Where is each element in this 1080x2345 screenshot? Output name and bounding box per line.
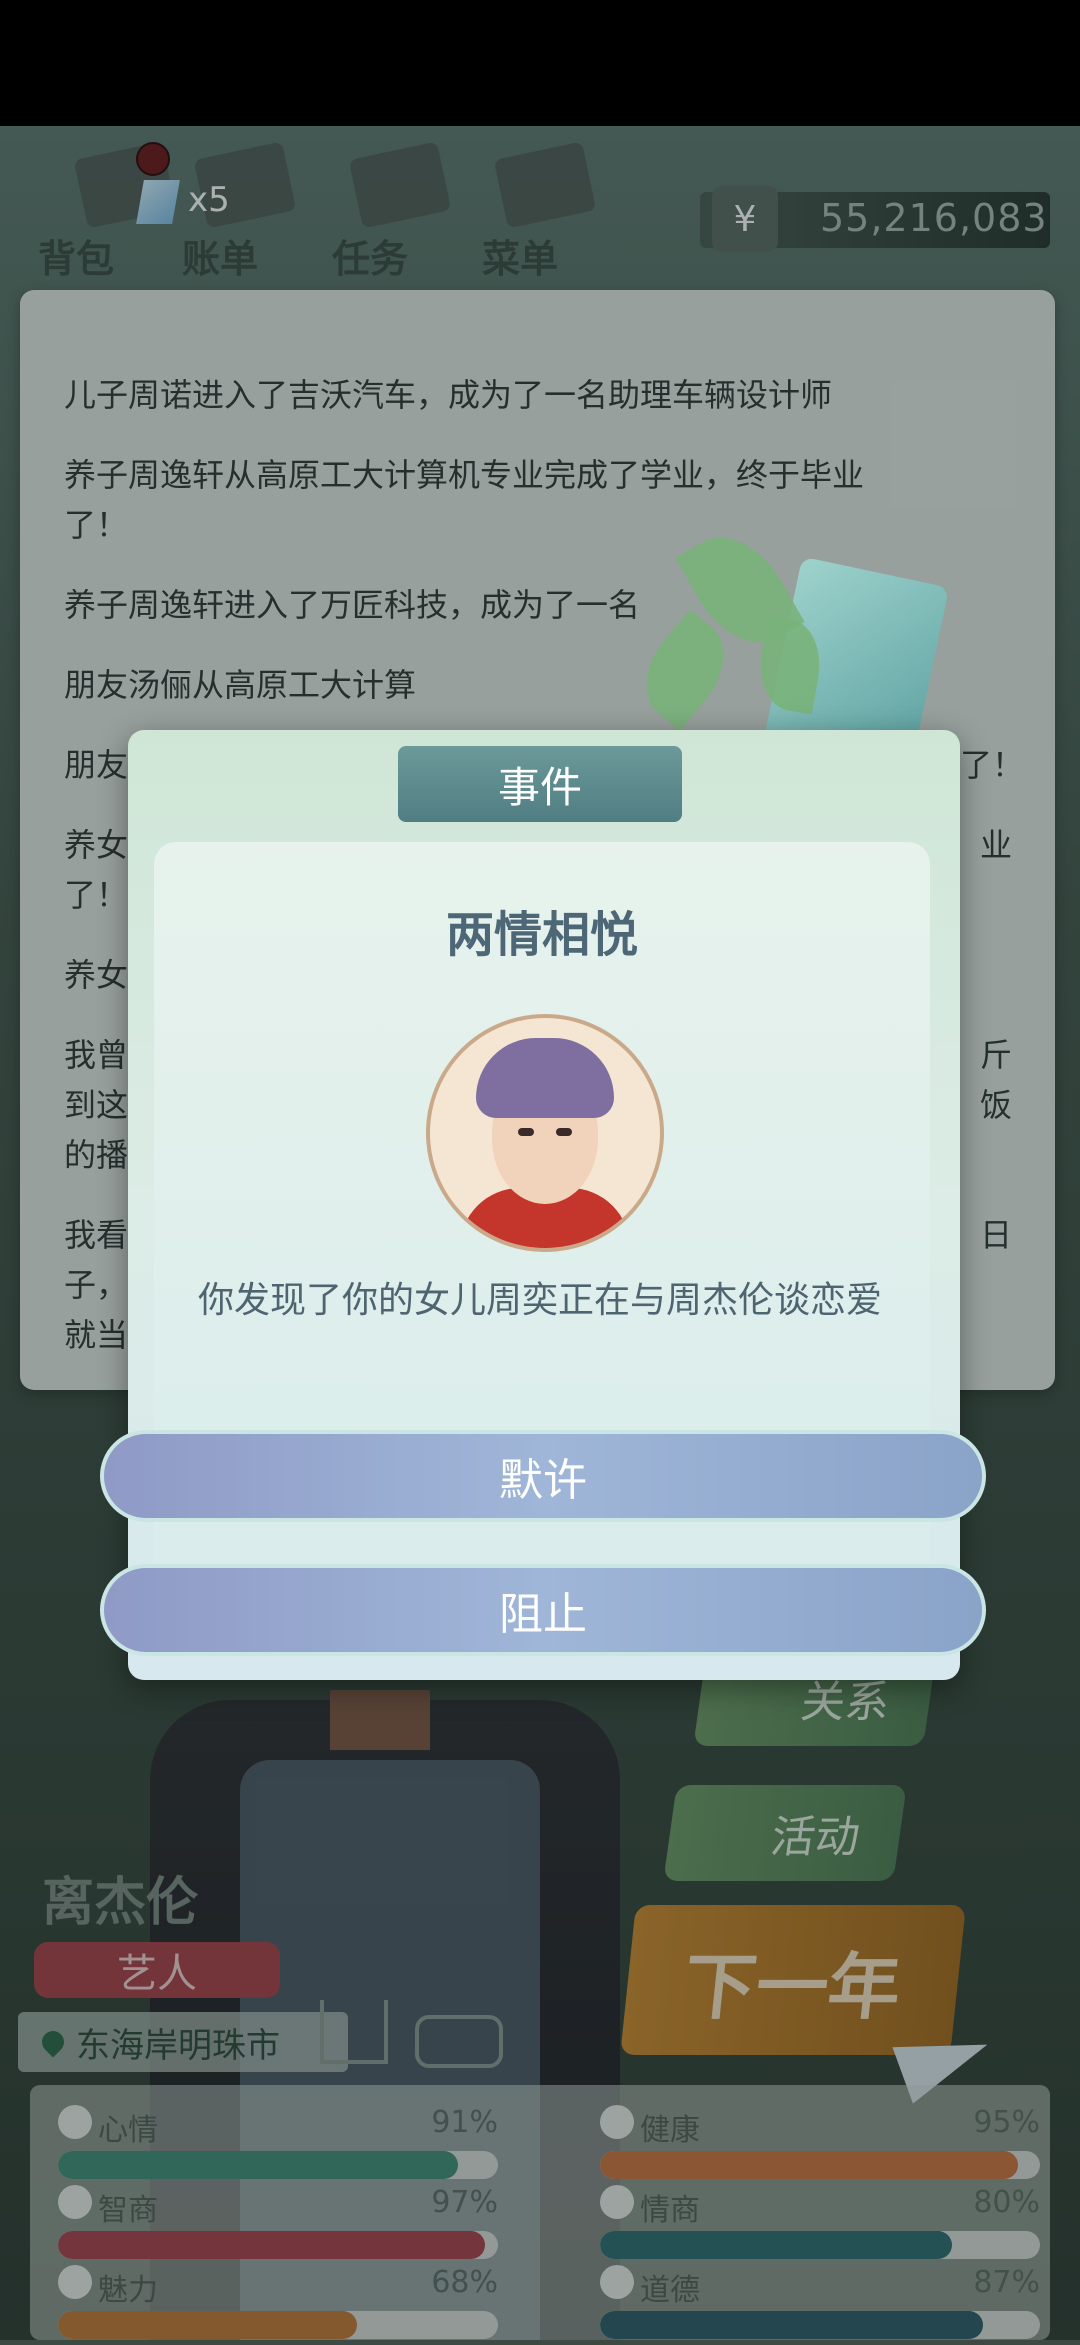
- event-description: 你发现了你的女儿周奕正在与周杰伦谈恋爱: [197, 1280, 882, 1321]
- avatar: [426, 1014, 664, 1252]
- avatar-hair: [476, 1038, 614, 1118]
- event-title: 两情相悦: [445, 907, 638, 963]
- avatar-eye: [556, 1128, 572, 1136]
- event-tab: 事件: [398, 746, 682, 822]
- stop-button[interactable]: 阻止: [100, 1564, 986, 1656]
- allow-button[interactable]: 默许: [100, 1430, 986, 1522]
- status-bar: [0, 0, 1080, 126]
- avatar-eye: [518, 1128, 534, 1136]
